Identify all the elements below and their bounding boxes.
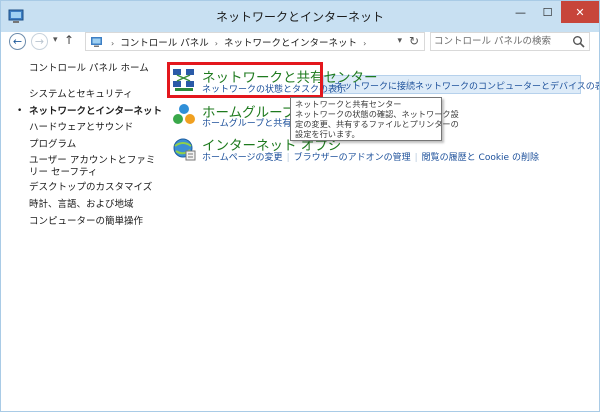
breadcrumb-control-panel[interactable]: コントロール パネル [120, 38, 209, 49]
chevron-down-icon[interactable]: ▾ [397, 36, 402, 46]
close-button[interactable]: ✕ [561, 1, 599, 23]
tooltip-title: ネットワークと共有センター [295, 99, 402, 109]
search-box[interactable] [430, 32, 590, 51]
tooltip: ネットワークと共有センター ネットワークの状態の確認、ネットワーク設 定の変更、… [290, 97, 459, 141]
current-item-bullet-icon: • [17, 106, 23, 116]
title-bar: ネットワークとインターネット — ☐ ✕ [1, 1, 599, 32]
sidebar-item-hardware-sound[interactable]: ハードウェアとサウンド [29, 122, 133, 134]
recent-locations-dropdown[interactable]: ▾ [53, 35, 58, 45]
breadcrumb-network-internet[interactable]: ネットワークとインターネット [224, 38, 357, 49]
arrow-right-icon: → [34, 35, 45, 48]
up-button[interactable]: ↑ [64, 33, 74, 47]
delete-browsing-history-link[interactable]: 閲覧の履歴と Cookie の削除 [422, 153, 539, 163]
sidebar-item-system-security[interactable]: システムとセキュリティ [29, 89, 133, 101]
refresh-icon[interactable]: ↻ [409, 34, 419, 48]
change-homepage-link[interactable]: ホームページの変更 [202, 153, 283, 163]
sidebar-item-ease-of-access[interactable]: コンピューターの簡単操作 [29, 216, 143, 228]
link-separator: | [407, 79, 411, 89]
control-panel-window: ネットワークとインターネット — ☐ ✕ ← → ▾ ↑ › コントロール パネ… [0, 0, 600, 412]
arrow-up-icon: ↑ [64, 33, 75, 47]
internet-options-links: ホームページの変更 | ブラウザーのアドオンの管理 | 閲覧の履歴と Cookie の削… [202, 150, 539, 163]
network-sharing-center-icon [173, 69, 194, 91]
link-separator: | [414, 153, 418, 163]
chevron-right-icon: › [214, 39, 218, 48]
network-status-tasks-link[interactable]: ネットワークの状態とタスクの表示 [202, 82, 346, 95]
sidebar-item-network-internet: ネットワークとインターネット [29, 106, 163, 117]
chevron-right-icon: › [111, 39, 115, 48]
sidebar-item-appearance[interactable]: デスクトップのカスタマイズ [29, 182, 152, 194]
sidebar-item-control-panel-home[interactable]: コントロール パネル ホーム [29, 63, 149, 75]
sidebar-item-clock-language-region[interactable]: 時計、言語、および地域 [29, 199, 134, 211]
tooltip-text-line: ネットワークの状態の確認、ネットワーク設 [295, 109, 459, 119]
breadcrumb: › コントロール パネル › ネットワークとインターネット › [108, 35, 369, 49]
view-network-devices-link[interactable]: ネットワークのコンピューターとデバイスの表示 [415, 79, 599, 92]
arrow-left-icon: ← [12, 35, 23, 48]
chevron-right-icon: › [363, 39, 367, 48]
navigation-bar: ← → ▾ ↑ › コントロール パネル › ネットワークとインターネット › [1, 32, 599, 51]
homegroup-icon [173, 104, 195, 124]
tooltip-text-line: 設定を行います。 [295, 129, 360, 139]
forward-button[interactable]: → [31, 33, 48, 50]
maximize-button[interactable]: ☐ [534, 1, 561, 23]
search-icon[interactable] [572, 35, 585, 48]
minimize-button[interactable]: — [507, 1, 534, 23]
search-input[interactable] [434, 34, 564, 49]
control-panel-icon [91, 37, 102, 47]
chevron-down-icon: ▾ [53, 35, 58, 45]
tooltip-text-line: 定の変更、共有するファイルとプリンターの [295, 119, 459, 129]
back-button[interactable]: ← [9, 33, 26, 50]
internet-options-icon [173, 138, 196, 161]
sidebar-item-user-accounts[interactable]: ユーザー アカウントとファミリー セーフティ [29, 155, 157, 179]
address-field[interactable]: › コントロール パネル › ネットワークとインターネット › ▾ ↻ [85, 32, 425, 51]
sidebar-item-programs[interactable]: プログラム [29, 139, 76, 151]
link-separator: | [286, 153, 290, 163]
manage-browser-addons-link[interactable]: ブラウザーのアドオンの管理 [294, 153, 411, 163]
